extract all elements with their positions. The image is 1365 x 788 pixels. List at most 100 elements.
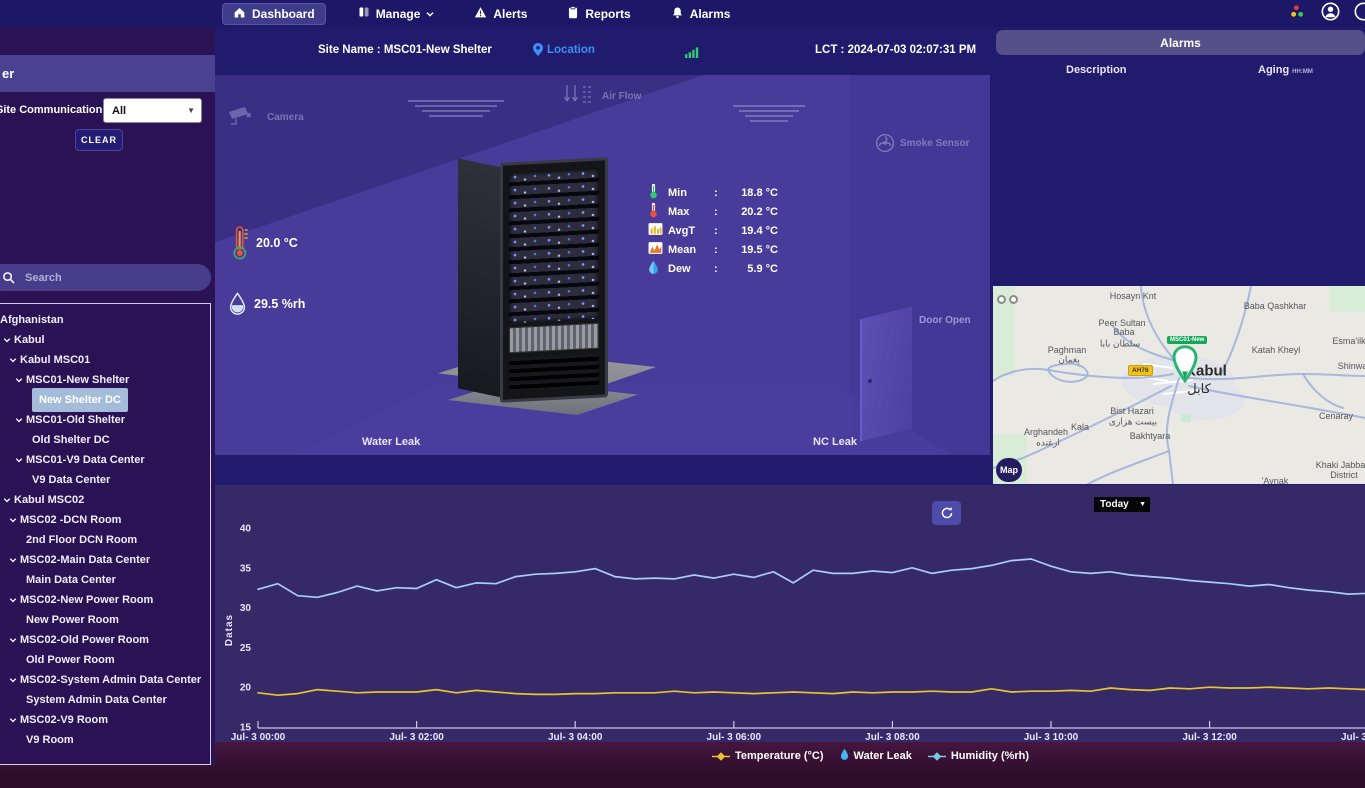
clear-button[interactable]: Clear [75, 129, 123, 151]
tree-item-label: MSC01-New Shelter [26, 370, 129, 390]
tree-item[interactable]: MSC02 -DCN Room [0, 510, 210, 530]
tree-item[interactable]: MSC02-System Admin Data Center [0, 670, 210, 690]
secondary-avatar-icon[interactable] [1354, 2, 1365, 26]
tree-item[interactable]: MSC01-V9 Data Center [0, 450, 210, 470]
svg-text:Jul- 3 00:00: Jul- 3 00:00 [231, 732, 286, 742]
site-communication-select[interactable]: All ▼ [103, 98, 202, 123]
nav-item-reports[interactable]: Reports [559, 3, 638, 25]
tree-item[interactable]: New Shelter DC [0, 390, 210, 410]
chevron-down-icon [9, 716, 20, 724]
chart-legend: Temperature (°C) Water Leak Humidity (%rh) [712, 748, 1029, 764]
stat-label: Dew [668, 263, 714, 275]
chevron-down-icon [426, 7, 434, 21]
chevron-down-icon [15, 376, 26, 384]
tree-item-label: Kabul MSC02 [14, 490, 84, 510]
nav-item-manage[interactable]: Manage [350, 3, 443, 24]
tree-item[interactable]: New Power Room [0, 610, 210, 630]
time-range-select[interactable]: Today ▼ [1094, 497, 1150, 512]
tree-item-label: MSC02 -DCN Room [20, 510, 121, 530]
site-header-bar: Site Name : MSC01-New Shelter Location L… [215, 35, 990, 67]
map-mode-button[interactable]: Map [996, 458, 1022, 482]
clipboard-icon [567, 6, 579, 22]
rack-servers [509, 169, 599, 324]
airflow-indicator: Air Flow [563, 83, 641, 109]
legend-item[interactable]: Humidity (%rh) [928, 750, 1029, 762]
tree-item[interactable]: V9 Room [0, 730, 210, 750]
tree-item-label: MSC01-Old Shelter [26, 410, 125, 430]
location-map[interactable]: Hosayn KntBaba QashkharPeer SultanBabaسل… [993, 286, 1365, 484]
tree-item[interactable]: System Admin Data Center [0, 690, 210, 710]
stat-colon: : [714, 206, 726, 218]
tree-item[interactable]: Old Power Room [0, 650, 210, 670]
stat-row-mean: Mean:19.5 °C [648, 240, 778, 259]
rack-leds [509, 169, 599, 324]
chevron-down-icon [3, 496, 14, 504]
map-controls[interactable] [997, 295, 1018, 304]
tree-item[interactable]: Kabul MSC02 [0, 490, 210, 510]
site-name-text: Site Name : MSC01-New Shelter [318, 44, 492, 56]
tree-item[interactable]: Afghanistan [0, 310, 210, 330]
tree-item[interactable]: Main Data Center [0, 570, 210, 590]
tree-item[interactable]: MSC01-Old Shelter [0, 410, 210, 430]
server-rack[interactable] [458, 160, 613, 415]
svg-text:Jul- 3 14:00: Jul- 3 14:00 [1341, 732, 1365, 742]
svg-text:35: 35 [240, 563, 252, 574]
svg-text:Jul- 3 02:00: Jul- 3 02:00 [389, 732, 444, 742]
chevron-down-icon: ▼ [1139, 501, 1150, 508]
stat-label: Max [668, 206, 714, 218]
refresh-button[interactable] [932, 501, 961, 525]
tree-item-label: New Shelter DC [32, 388, 128, 412]
tree-item[interactable]: Kabul [0, 330, 210, 350]
nav-item-alerts[interactable]: Alerts [466, 3, 535, 25]
camera-icon [227, 105, 261, 129]
tree-item-label: Kabul MSC01 [20, 350, 90, 370]
stat-colon: : [714, 244, 726, 256]
nav-item-alarms[interactable]: Alarms [663, 3, 739, 25]
airflow-icon [563, 83, 597, 109]
rack-mid-unit [509, 323, 599, 354]
tree-item[interactable]: V9 Data Center [0, 470, 210, 490]
chevron-down-icon [15, 416, 26, 424]
tree-item[interactable]: MSC02-V9 Room [0, 710, 210, 730]
tree-item-label: New Power Room [26, 610, 119, 630]
search-input[interactable] [23, 271, 177, 285]
alarms-panel-header: Alarms [996, 30, 1365, 55]
stat-value: 18.8 °C [726, 187, 778, 199]
site-tree: AfghanistanKabulKabul MSC01MSC01-New She… [0, 303, 211, 765]
tree-item[interactable]: MSC02-New Power Room [0, 590, 210, 610]
humidity-droplet-icon [229, 292, 246, 316]
chart-section: 403530252015DatasJul- 3 00:00Jul- 3 02:0… [215, 485, 1365, 742]
tree-item-label: Old Shelter DC [32, 430, 110, 450]
user-avatar-icon[interactable] [1321, 2, 1340, 26]
map-control-icon[interactable] [997, 295, 1006, 304]
wave-orange-icon [648, 241, 668, 258]
location-link[interactable]: Location [533, 43, 595, 56]
bell-icon [671, 6, 684, 22]
smoke-sensor-label: Smoke Sensor [900, 138, 969, 149]
map-marker-pin-icon[interactable] [1170, 344, 1200, 389]
panel-icon [358, 6, 370, 21]
legend-item[interactable]: Water Leak [840, 748, 912, 764]
map-control-icon[interactable] [1009, 295, 1018, 304]
tree-item[interactable]: 2nd Floor DCN Room [0, 530, 210, 550]
search-box [0, 264, 211, 291]
tree-item[interactable]: Old Shelter DC [0, 430, 210, 450]
stat-row-max: Max:20.2 °C [648, 202, 778, 221]
chevron-down-icon [9, 516, 20, 524]
refresh-icon [940, 506, 954, 520]
nav-item-dashboard[interactable]: Dashboard [222, 3, 326, 25]
tree-item-label: Kabul [14, 330, 45, 350]
tree-item-label: 2nd Floor DCN Room [26, 530, 137, 550]
nav-item-label: Dashboard [252, 7, 315, 21]
tree-item[interactable]: MSC01-New Shelter [0, 370, 210, 390]
status-dots-icon[interactable] [1290, 4, 1307, 24]
svg-text:Jul- 3 04:00: Jul- 3 04:00 [548, 732, 603, 742]
alarms-aging-column: Aging HH:MM [1258, 64, 1313, 76]
stat-label: Mean [668, 244, 714, 256]
site-communication-value: All [104, 105, 187, 117]
tree-item[interactable]: MSC02-Main Data Center [0, 550, 210, 570]
tree-item[interactable]: MSC02-Old Power Room [0, 630, 210, 650]
tree-item-label: Old Power Room [26, 650, 115, 670]
legend-item[interactable]: Temperature (°C) [712, 750, 824, 762]
tree-item[interactable]: Kabul MSC01 [0, 350, 210, 370]
